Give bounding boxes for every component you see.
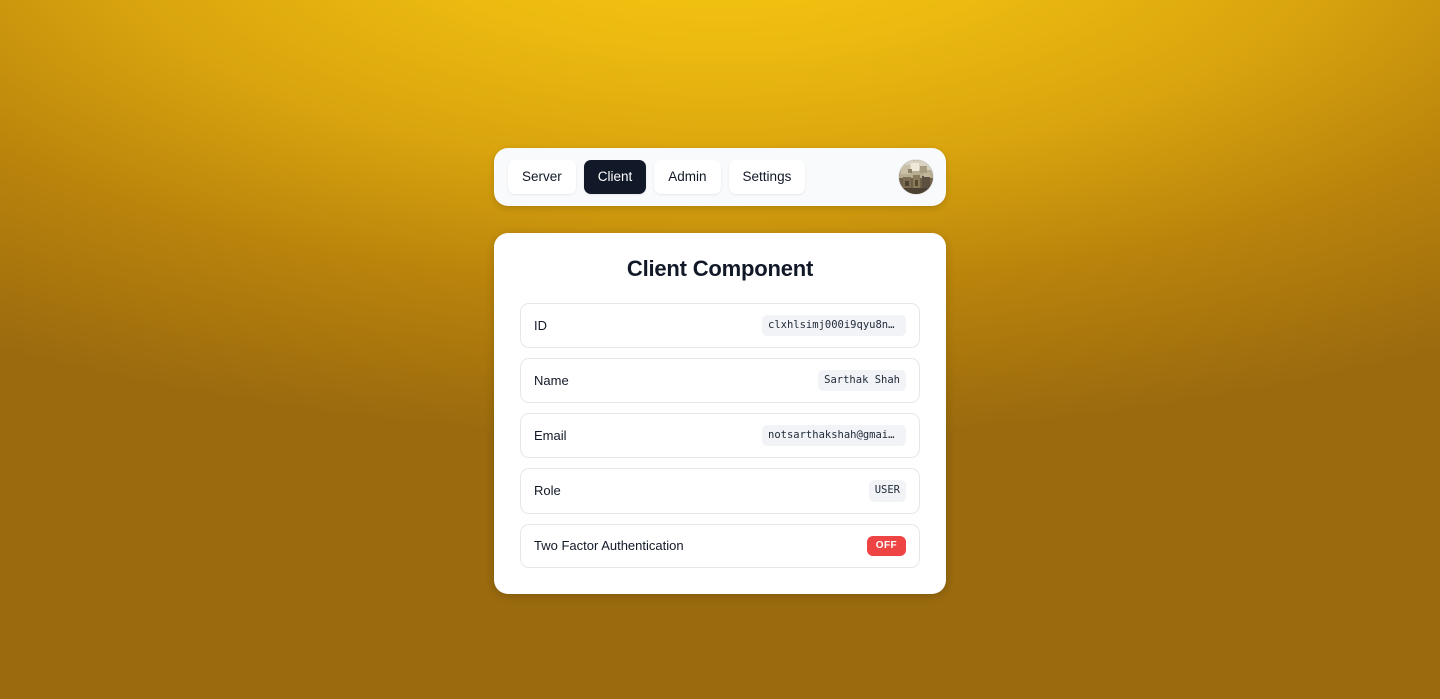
user-avatar-photo-icon [899, 160, 933, 194]
avatar[interactable] [899, 160, 933, 194]
row-role: Role USER [520, 468, 920, 514]
tab-client[interactable]: Client [583, 160, 647, 194]
row-email: Email notsarthakshah@gmail.c… [520, 413, 920, 459]
row-value-name: Sarthak Shah [818, 370, 906, 392]
row-name: Name Sarthak Shah [520, 358, 920, 404]
status-badge-two-factor[interactable]: OFF [866, 535, 906, 556]
navbar: Server Client Admin Settings [494, 148, 946, 206]
row-value-id: clxhlsimj000i9qyu8ncs… [762, 315, 906, 337]
detail-rows: ID clxhlsimj000i9qyu8ncs… Name Sarthak S… [520, 303, 920, 568]
row-label-role: Role [534, 483, 561, 499]
tab-server[interactable]: Server [508, 160, 576, 194]
app-container: Server Client Admin Settings Client Comp… [494, 148, 946, 594]
row-label-id: ID [534, 318, 547, 334]
client-component-card: Client Component ID clxhlsimj000i9qyu8nc… [494, 233, 946, 594]
navbar-tabs: Server Client Admin Settings [508, 160, 806, 194]
tab-settings[interactable]: Settings [728, 160, 806, 194]
row-label-name: Name [534, 373, 569, 389]
tab-admin[interactable]: Admin [654, 160, 721, 194]
row-value-email: notsarthakshah@gmail.c… [762, 425, 906, 447]
row-label-two-factor: Two Factor Authentication [534, 538, 684, 553]
page-title: Client Component [626, 256, 814, 281]
row-two-factor-authentication: Two Factor Authentication OFF [520, 523, 920, 568]
row-id: ID clxhlsimj000i9qyu8ncs… [520, 303, 920, 349]
row-label-email: Email [534, 428, 567, 444]
row-value-role: USER [868, 480, 906, 502]
